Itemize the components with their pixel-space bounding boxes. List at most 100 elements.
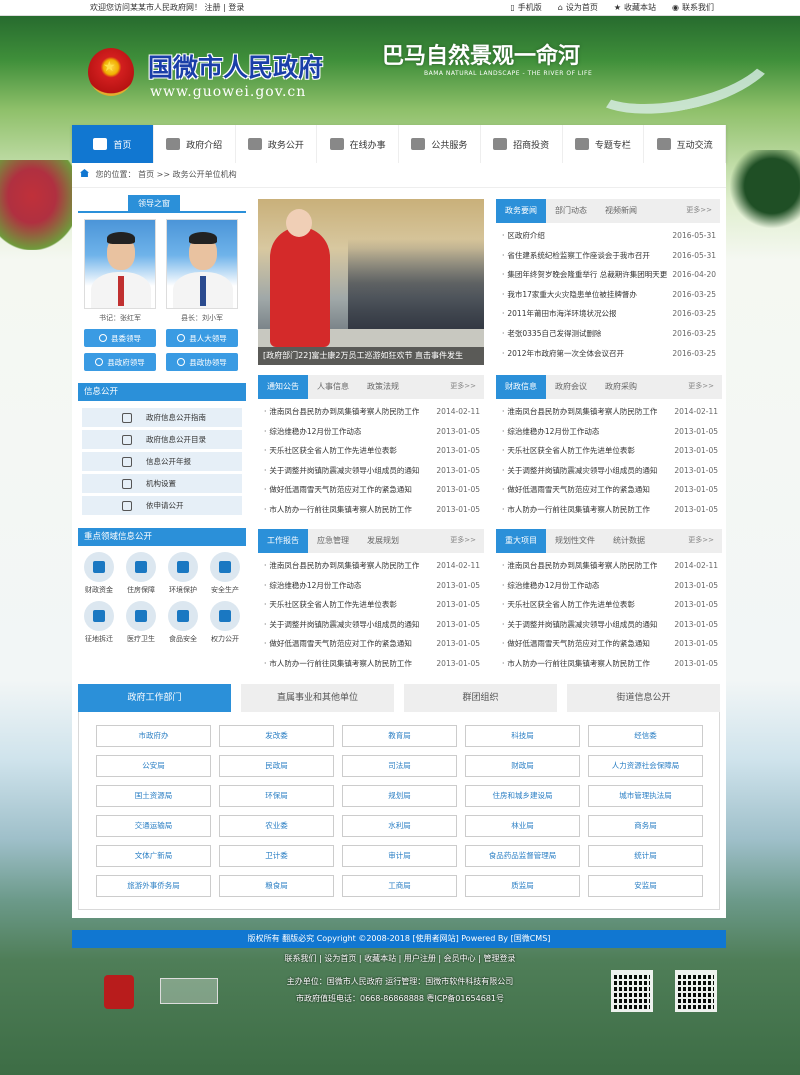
news-title[interactable]: 市人防办一行前往凤集镇考察人防民防工作 xyxy=(264,500,412,520)
news-row[interactable]: 天乐社区获全省人防工作先进单位表彰 2013-01-05 xyxy=(258,441,484,461)
department-link[interactable]: 卫计委 xyxy=(219,845,334,867)
news-title[interactable]: 做好低温雨雪天气防范应对工作的紧急通知 xyxy=(502,480,650,500)
tab-gov-departments[interactable]: 政府工作部门 xyxy=(78,684,231,712)
news-title[interactable]: 关于调整并岗镇防震减灾领导小组成员的通知 xyxy=(264,461,419,481)
county-party-leaders-button[interactable]: 县委领导 xyxy=(84,329,156,347)
tab-major-projects[interactable]: 重大项目 xyxy=(496,529,546,553)
news-title[interactable]: 淮南凤台县民防办到凤集镇考察人防民防工作 xyxy=(264,556,419,576)
nav-online-service[interactable]: 在线办事 xyxy=(317,125,399,163)
info-open-item[interactable]: 政府信息公开指南 xyxy=(82,408,242,427)
key-field-item[interactable]: 环境保护 xyxy=(162,552,204,595)
department-link[interactable]: 农业委 xyxy=(219,815,334,837)
tab-street-info[interactable]: 街道信息公开 xyxy=(567,684,720,712)
key-field-item[interactable]: 安全生产 xyxy=(204,552,246,595)
tab-procurement[interactable]: 政府采购 xyxy=(596,375,646,399)
news-title[interactable]: 做好低温雨雪天气防范应对工作的紧急通知 xyxy=(502,634,650,654)
tab-finance[interactable]: 财政信息 xyxy=(496,375,546,399)
news-title[interactable]: 区政府介绍 xyxy=(502,226,545,246)
news-title[interactable]: 关于调整并岗镇防震减灾领导小组成员的通知 xyxy=(502,461,657,481)
news-title[interactable]: 做好低温雨雪天气防范应对工作的紧急通知 xyxy=(264,480,412,500)
tab-gov-news[interactable]: 政务要闻 xyxy=(496,199,546,223)
news-title[interactable]: 综治维稳办12月份工作动态 xyxy=(264,422,361,442)
more-link[interactable]: 更多>> xyxy=(688,375,714,397)
nav-public-service[interactable]: 公共服务 xyxy=(399,125,481,163)
department-link[interactable]: 教育局 xyxy=(342,725,457,747)
department-link[interactable]: 旅游外事侨务局 xyxy=(96,875,211,897)
department-link[interactable]: 环保局 xyxy=(219,785,334,807)
county-cppcc-leaders-button[interactable]: 县政协领导 xyxy=(166,353,238,371)
more-link[interactable]: 更多>> xyxy=(686,199,712,221)
news-row[interactable]: 淮南凤台县民防办到凤集镇考察人防民防工作 2014-02-11 xyxy=(258,556,484,576)
info-open-item[interactable]: 依申请公开 xyxy=(82,496,242,515)
tab-emergency[interactable]: 应急管理 xyxy=(308,529,358,553)
department-link[interactable]: 国土资源局 xyxy=(96,785,211,807)
info-open-item[interactable]: 信息公开年报 xyxy=(82,452,242,471)
news-title[interactable]: 淮南凤台县民防办到凤集镇考察人防民防工作 xyxy=(502,402,657,422)
news-row[interactable]: 关于调整并岗镇防震减灾领导小组成员的通知 2013-01-05 xyxy=(258,461,484,481)
nav-home[interactable]: 首页 xyxy=(72,125,154,163)
news-row[interactable]: 综治维稳办12月份工作动态 2013-01-05 xyxy=(258,422,484,442)
department-link[interactable]: 林业局 xyxy=(465,815,580,837)
news-row[interactable]: 淮南凤台县民防办到凤集镇考察人防民防工作 2014-02-11 xyxy=(496,402,722,422)
news-title[interactable]: 市人防办一行前往凤集镇考察人防民防工作 xyxy=(502,654,650,674)
department-link[interactable]: 安监局 xyxy=(588,875,703,897)
news-row[interactable]: 天乐社区获全省人防工作先进单位表彰 2013-01-05 xyxy=(496,441,722,461)
news-title[interactable]: 市人防办一行前往凤集镇考察人防民防工作 xyxy=(264,654,412,674)
tab-dept-news[interactable]: 部门动态 xyxy=(546,199,596,223)
news-row[interactable]: 市人防办一行前往凤集镇考察人防民防工作 2013-01-05 xyxy=(258,654,484,674)
news-title[interactable]: 天乐社区获全省人防工作先进单位表彰 xyxy=(264,441,397,461)
news-row[interactable]: 做好低温雨雪天气防范应对工作的紧急通知 2013-01-05 xyxy=(496,480,722,500)
department-link[interactable]: 住房和城乡建设局 xyxy=(465,785,580,807)
news-title[interactable]: 天乐社区获全省人防工作先进单位表彰 xyxy=(264,595,397,615)
nav-gov-intro[interactable]: 政府介绍 xyxy=(154,125,236,163)
info-open-item[interactable]: 机构设置 xyxy=(82,474,242,493)
slide-caption[interactable]: [政府部门22]富士康2万员工巡游如狂欢节 直击事件发生 xyxy=(258,347,484,365)
news-row[interactable]: 做好低温雨雪天气防范应对工作的紧急通知 2013-01-05 xyxy=(258,480,484,500)
news-title[interactable]: 关于调整并岗镇防震减灾领导小组成员的通知 xyxy=(264,615,419,635)
department-link[interactable]: 食品药品监督管理局 xyxy=(465,845,580,867)
party-gov-badge-logo[interactable] xyxy=(104,975,134,1009)
leader-photo[interactable] xyxy=(166,219,238,309)
department-link[interactable]: 经信委 xyxy=(588,725,703,747)
department-link[interactable]: 文体广新局 xyxy=(96,845,211,867)
county-gov-leaders-button[interactable]: 县政府领导 xyxy=(84,353,156,371)
news-slideshow[interactable]: [政府部门22]富士康2万员工巡游如狂欢节 直击事件发生 xyxy=(258,199,484,365)
county-npc-leaders-button[interactable]: 县人大领导 xyxy=(166,329,238,347)
news-title[interactable]: 2012年市政府第一次全体会议召开 xyxy=(502,344,624,364)
tab-work-report[interactable]: 工作报告 xyxy=(258,529,308,553)
news-row[interactable]: 老张0335自己发得测试删除 2016-03-25 xyxy=(496,324,720,344)
news-title[interactable]: 集团年终贺岁晚会隆重举行 总裁期许集团明天更 xyxy=(502,265,667,285)
department-link[interactable]: 规划局 xyxy=(342,785,457,807)
more-link[interactable]: 更多>> xyxy=(450,375,476,397)
nav-investment[interactable]: 招商投资 xyxy=(481,125,563,163)
news-row[interactable]: 综治维稳办12月份工作动态 2013-01-05 xyxy=(258,576,484,596)
department-link[interactable]: 粮食局 xyxy=(219,875,334,897)
tab-affiliated-units[interactable]: 直属事业和其他单位 xyxy=(241,684,394,712)
leader-photo[interactable] xyxy=(84,219,156,309)
news-title[interactable]: 淮南凤台县民防办到凤集镇考察人防民防工作 xyxy=(264,402,419,422)
department-link[interactable]: 公安局 xyxy=(96,755,211,777)
department-link[interactable]: 财政局 xyxy=(465,755,580,777)
news-row[interactable]: 综治维稳办12月份工作动态 2013-01-05 xyxy=(496,422,722,442)
footer-links[interactable]: 联系我们 | 设为首页 | 收藏本站 | 用户注册 | 会员中心 | 管理登录 xyxy=(0,953,800,964)
news-row[interactable]: 淮南凤台县民防办到凤集镇考察人防民防工作 2014-02-11 xyxy=(258,402,484,422)
department-link[interactable]: 审计局 xyxy=(342,845,457,867)
news-row[interactable]: 集团年终贺岁晚会隆重举行 总裁期许集团明天更 2016-04-20 xyxy=(496,265,720,285)
tab-mass-organizations[interactable]: 群团组织 xyxy=(404,684,557,712)
nav-special-topics[interactable]: 专题专栏 xyxy=(563,125,645,163)
nav-gov-affairs[interactable]: 政务公开 xyxy=(236,125,318,163)
department-link[interactable]: 市政府办 xyxy=(96,725,211,747)
key-field-item[interactable]: 财政资金 xyxy=(78,552,120,595)
mobile-link[interactable]: ▯ 手机版 xyxy=(510,0,541,16)
key-field-item[interactable]: 权力公开 xyxy=(204,601,246,644)
tab-normative-docs[interactable]: 规划性文件 xyxy=(546,529,604,553)
news-title[interactable]: 天乐社区获全省人防工作先进单位表彰 xyxy=(502,441,635,461)
news-row[interactable]: 做好低温雨雪天气防范应对工作的紧急通知 2013-01-05 xyxy=(258,634,484,654)
news-title[interactable]: 淮南凤台县民防办到凤集镇考察人防民防工作 xyxy=(502,556,657,576)
tab-personnel[interactable]: 人事信息 xyxy=(308,375,358,399)
department-link[interactable]: 城市管理执法局 xyxy=(588,785,703,807)
news-title[interactable]: 综治维稳办12月份工作动态 xyxy=(264,576,361,596)
news-title[interactable]: 做好低温雨雪天气防范应对工作的紧急通知 xyxy=(264,634,412,654)
news-row[interactable]: 天乐社区获全省人防工作先进单位表彰 2013-01-05 xyxy=(496,595,722,615)
news-title[interactable]: 省住建系统纪检监察工作座谈会于我市召开 xyxy=(502,246,650,266)
